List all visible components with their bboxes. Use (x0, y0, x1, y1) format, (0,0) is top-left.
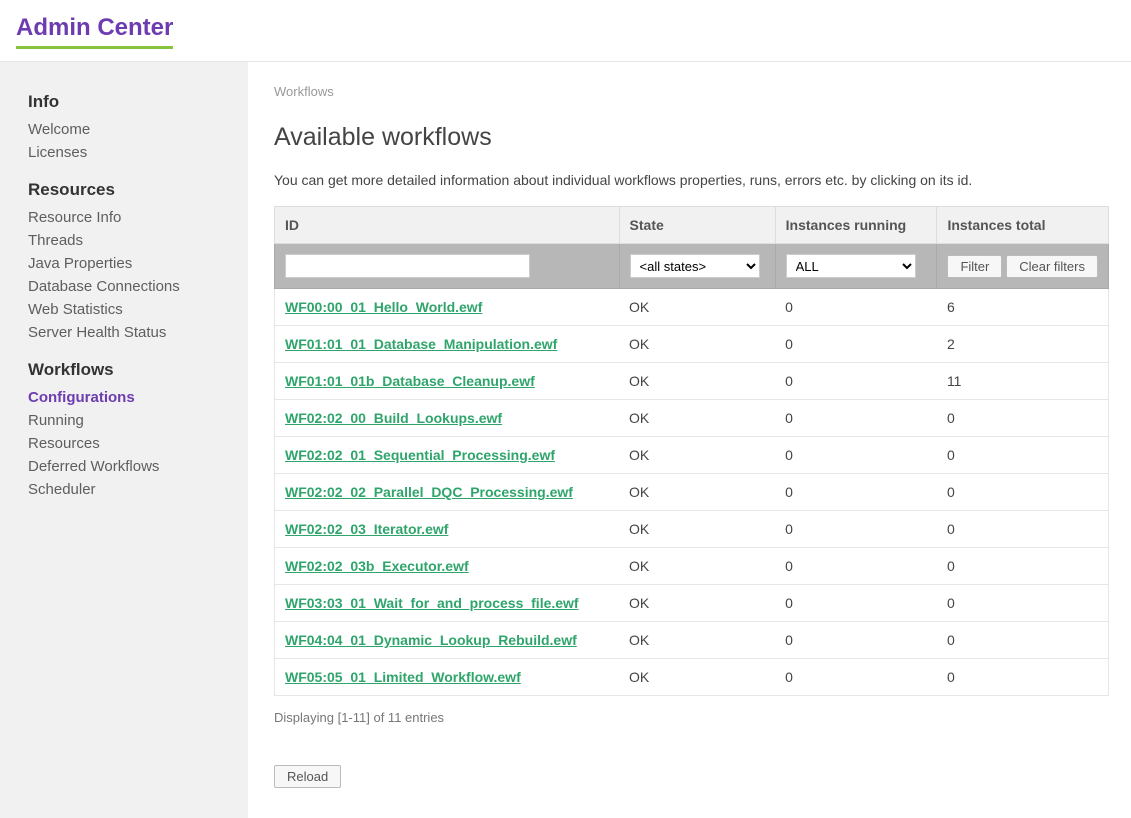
workflow-id-link[interactable]: WF02:02_01_Sequential_Processing.ewf (285, 447, 555, 463)
workflow-instances-running: 0 (775, 437, 937, 474)
workflow-instances-total: 6 (937, 289, 1109, 326)
workflow-state: OK (619, 474, 775, 511)
table-row: WF03:03_01_Wait_for_and_process_file.ewf… (275, 585, 1109, 622)
sidebar-item[interactable]: Resource Info (0, 206, 248, 229)
workflow-instances-total: 0 (937, 511, 1109, 548)
sidebar-group-list: ConfigurationsRunningResourcesDeferred W… (0, 386, 248, 501)
sidebar-group-title: Workflows (0, 348, 248, 386)
entries-info: Displaying [1-11] of 11 entries (274, 710, 1109, 725)
table-filter-row: <all states> ALL Filter Clear filters (275, 244, 1109, 289)
app-title: Admin Center (16, 14, 173, 49)
workflow-id-link[interactable]: WF01:01_01b_Database_Cleanup.ewf (285, 373, 535, 389)
workflow-id-link[interactable]: WF02:02_03b_Executor.ewf (285, 558, 469, 574)
workflow-id-link[interactable]: WF00:00_01_Hello_World.ewf (285, 299, 482, 315)
sidebar-item[interactable]: Server Health Status (0, 321, 248, 344)
clear-filters-button[interactable]: Clear filters (1006, 255, 1098, 278)
workflow-state: OK (619, 363, 775, 400)
workflow-state: OK (619, 659, 775, 696)
table-row: WF01:01_01b_Database_Cleanup.ewf OK011 (275, 363, 1109, 400)
sidebar-item[interactable]: Database Connections (0, 275, 248, 298)
workflow-instances-total: 0 (937, 400, 1109, 437)
table-row: WF01:01_01_Database_Manipulation.ewf OK02 (275, 326, 1109, 363)
workflow-instances-running: 0 (775, 400, 937, 437)
workflow-instances-running: 0 (775, 659, 937, 696)
sidebar-group-list: WelcomeLicenses (0, 118, 248, 164)
sidebar-item[interactable]: Running (0, 409, 248, 432)
col-header-id[interactable]: ID (275, 207, 620, 244)
workflow-instances-running: 0 (775, 548, 937, 585)
sidebar-group-title: Resources (0, 168, 248, 206)
table-row: WF02:02_00_Build_Lookups.ewfOK00 (275, 400, 1109, 437)
reload-button[interactable]: Reload (274, 765, 341, 788)
workflow-state: OK (619, 326, 775, 363)
workflow-id-link[interactable]: WF02:02_03_Iterator.ewf (285, 521, 448, 537)
workflow-instances-running: 0 (775, 326, 937, 363)
workflow-instances-running: 0 (775, 585, 937, 622)
workflow-state: OK (619, 548, 775, 585)
col-header-state[interactable]: State (619, 207, 775, 244)
table-header-row: ID State Instances running Instances tot… (275, 207, 1109, 244)
workflow-instances-total: 0 (937, 622, 1109, 659)
table-row: WF05:05_01_Limited_Workflow.ewfOK00 (275, 659, 1109, 696)
table-row: WF00:00_01_Hello_World.ewf OK06 (275, 289, 1109, 326)
workflow-state: OK (619, 289, 775, 326)
workflow-instances-running: 0 (775, 474, 937, 511)
workflow-state: OK (619, 622, 775, 659)
col-header-running[interactable]: Instances running (775, 207, 937, 244)
table-row: WF04:04_01_Dynamic_Lookup_Rebuild.ewfOK0… (275, 622, 1109, 659)
table-row: WF02:02_02_Parallel_DQC_Processing.ewf OK… (275, 474, 1109, 511)
header: Admin Center (0, 0, 1131, 61)
workflow-instances-running: 0 (775, 289, 937, 326)
workflow-instances-running: 0 (775, 363, 937, 400)
sidebar-item[interactable]: Deferred Workflows (0, 455, 248, 478)
workflow-state: OK (619, 400, 775, 437)
sidebar-item[interactable]: Licenses (0, 141, 248, 164)
filter-button[interactable]: Filter (947, 255, 1002, 278)
workflow-id-link[interactable]: WF05:05_01_Limited_Workflow.ewf (285, 669, 521, 685)
table-row: WF02:02_01_Sequential_Processing.ewfOK00 (275, 437, 1109, 474)
table-row: WF02:02_03_Iterator.ewfOK00 (275, 511, 1109, 548)
sidebar-item[interactable]: Java Properties (0, 252, 248, 275)
sidebar: InfoWelcomeLicensesResourcesResource Inf… (0, 62, 248, 818)
workflow-instances-total: 0 (937, 659, 1109, 696)
page-title: Available workflows (274, 123, 1109, 152)
breadcrumb: Workflows (274, 84, 1109, 99)
workflow-id-link[interactable]: WF02:02_00_Build_Lookups.ewf (285, 410, 502, 426)
workflow-id-link[interactable]: WF04:04_01_Dynamic_Lookup_Rebuild.ewf (285, 632, 577, 648)
workflow-instances-total: 0 (937, 548, 1109, 585)
sidebar-item[interactable]: Resources (0, 432, 248, 455)
sidebar-item[interactable]: Threads (0, 229, 248, 252)
sidebar-item[interactable]: Web Statistics (0, 298, 248, 321)
workflow-state: OK (619, 511, 775, 548)
filter-running-select[interactable]: ALL (786, 254, 916, 278)
workflow-instances-total: 2 (937, 326, 1109, 363)
filter-id-input[interactable] (285, 254, 530, 278)
workflow-state: OK (619, 585, 775, 622)
workflow-id-link[interactable]: WF01:01_01_Database_Manipulation.ewf (285, 336, 557, 352)
sidebar-item[interactable]: Scheduler (0, 478, 248, 501)
workflow-instances-total: 0 (937, 585, 1109, 622)
workflow-instances-running: 0 (775, 622, 937, 659)
main-content: Workflows Available workflows You can ge… (248, 62, 1131, 818)
filter-state-select[interactable]: <all states> (630, 254, 760, 278)
workflow-id-link[interactable]: WF02:02_02_Parallel_DQC_Processing.ewf (285, 484, 573, 500)
workflow-instances-total: 0 (937, 474, 1109, 511)
workflow-id-link[interactable]: WF03:03_01_Wait_for_and_process_file.ewf (285, 595, 579, 611)
page-description: You can get more detailed information ab… (274, 172, 1109, 188)
workflows-table: ID State Instances running Instances tot… (274, 206, 1109, 696)
sidebar-group-title: Info (0, 80, 248, 118)
workflow-instances-total: 0 (937, 437, 1109, 474)
workflow-instances-total: 11 (937, 363, 1109, 400)
sidebar-group-list: Resource InfoThreadsJava PropertiesDatab… (0, 206, 248, 344)
table-row: WF02:02_03b_Executor.ewfOK00 (275, 548, 1109, 585)
workflow-instances-running: 0 (775, 511, 937, 548)
sidebar-item[interactable]: Configurations (0, 386, 248, 409)
sidebar-item[interactable]: Welcome (0, 118, 248, 141)
col-header-total[interactable]: Instances total (937, 207, 1109, 244)
workflow-state: OK (619, 437, 775, 474)
